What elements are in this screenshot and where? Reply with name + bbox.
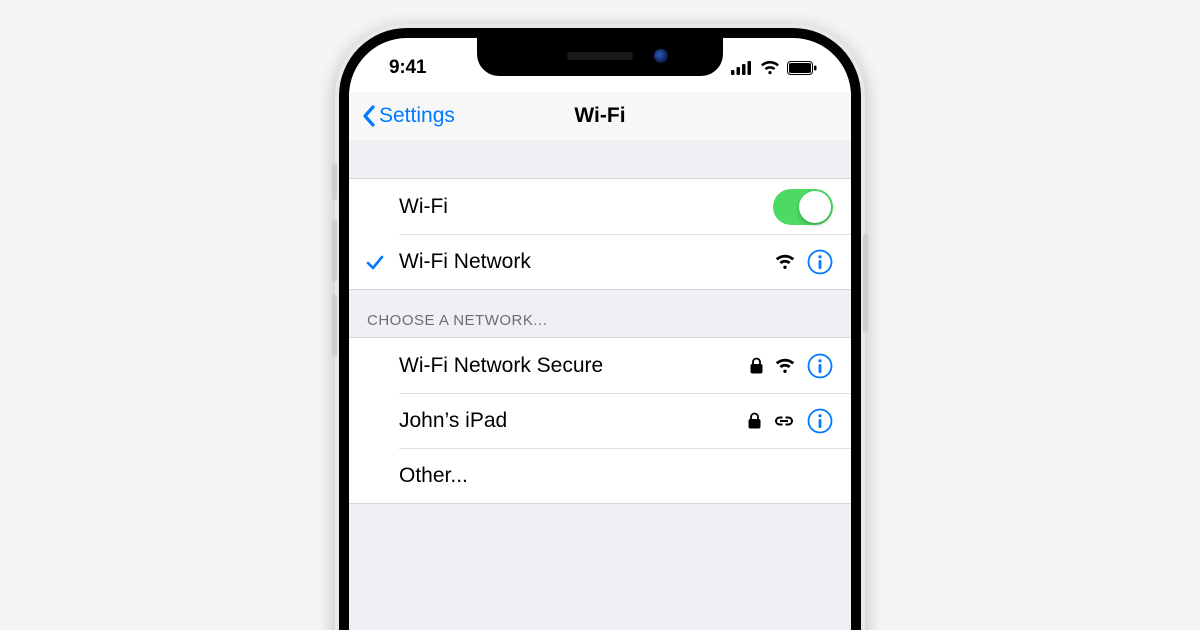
- mute-switch: [332, 164, 337, 200]
- wifi-toggle-label: Wi-Fi: [399, 195, 773, 219]
- front-camera: [654, 49, 668, 63]
- connected-network-name: Wi-Fi Network: [399, 250, 775, 274]
- network-name: Wi-Fi Network Secure: [399, 354, 750, 378]
- wifi-toggle-row[interactable]: Wi-Fi: [349, 179, 851, 234]
- battery-icon: [787, 61, 817, 75]
- wifi-signal-icon: [775, 358, 795, 374]
- other-label: Other...: [399, 464, 833, 488]
- network-row-hotspot[interactable]: John’s iPad: [349, 393, 851, 448]
- status-time: 9:41: [389, 57, 426, 79]
- info-button[interactable]: [807, 353, 833, 379]
- wifi-toggle[interactable]: [773, 189, 833, 225]
- info-button[interactable]: [807, 408, 833, 434]
- chevron-left-icon: [361, 104, 377, 128]
- lock-icon: [750, 357, 763, 374]
- cellular-signal-icon: [731, 61, 753, 75]
- volume-up-button: [332, 220, 337, 282]
- settings-table: Wi-Fi Wi-Fi Network: [349, 140, 851, 630]
- lock-icon: [748, 412, 761, 429]
- wifi-status-icon: [760, 61, 780, 75]
- info-button[interactable]: [807, 249, 833, 275]
- wifi-toggle-group: Wi-Fi Wi-Fi Network: [349, 178, 851, 290]
- other-network-row[interactable]: Other...: [349, 448, 851, 503]
- notch: [477, 38, 723, 76]
- network-name: John’s iPad: [399, 409, 748, 433]
- back-button[interactable]: Settings: [349, 104, 455, 128]
- speaker-grille: [567, 52, 633, 60]
- back-label: Settings: [379, 104, 455, 128]
- checkmark-icon: [365, 252, 385, 272]
- personal-hotspot-icon: [773, 414, 795, 428]
- network-row-secure[interactable]: Wi-Fi Network Secure: [349, 338, 851, 393]
- side-button: [863, 234, 868, 332]
- connected-network-row[interactable]: Wi-Fi Network: [349, 234, 851, 289]
- available-networks-group: Wi-Fi Network Secure: [349, 337, 851, 504]
- choose-network-header: CHOOSE A NETWORK...: [349, 290, 851, 337]
- navigation-bar: Settings Wi-Fi: [349, 92, 851, 141]
- iphone-frame: 9:41: [335, 24, 865, 630]
- volume-down-button: [332, 294, 337, 356]
- wifi-signal-icon: [775, 254, 795, 270]
